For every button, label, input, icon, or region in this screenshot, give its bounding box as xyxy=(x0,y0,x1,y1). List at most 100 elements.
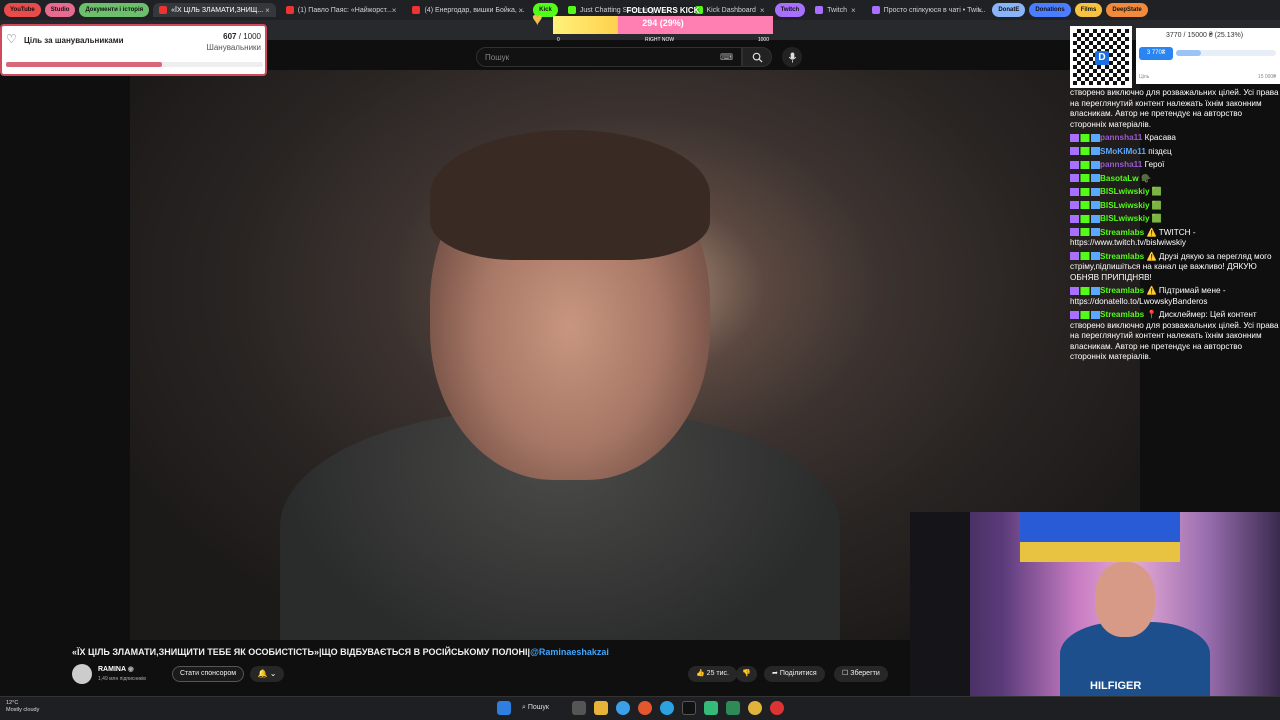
chat-message: BISLwiwskiy 🟩 xyxy=(1070,201,1280,212)
tab-label: Просто спілкуюся в чаті • Twit... xyxy=(883,6,986,14)
favicon-icon xyxy=(412,6,421,14)
like-count: 25 тис. xyxy=(706,670,729,677)
browser-tab[interactable]: «ЇХ ЦІЛЬ ЗЛАМАТИ,ЗНИЩ... × xyxy=(153,3,276,17)
close-tab-icon[interactable]: × xyxy=(518,6,523,15)
chat-message: Streamlabs ⚠️ Друзі дякую за перегляд мо… xyxy=(1070,252,1280,284)
task-view-icon[interactable] xyxy=(572,701,586,715)
goal-total: / 1000 xyxy=(238,32,261,41)
obs-icon[interactable] xyxy=(682,701,696,715)
browser-tab[interactable]: Films xyxy=(1074,3,1103,17)
tab-label: (1) Павло Паяс: «Найжорст... xyxy=(297,6,392,14)
chat-message: BISLwiwskiy 🟩 xyxy=(1070,187,1280,198)
share-label: Поділитися xyxy=(779,670,817,677)
file-explorer-icon[interactable] xyxy=(594,701,608,715)
join-sponsor-button[interactable]: Стати спонсором xyxy=(172,666,245,682)
browser-tab[interactable]: YouTube xyxy=(4,3,41,17)
chat-username[interactable]: Streamlabs xyxy=(1100,228,1144,237)
chat-text: Красава xyxy=(1144,133,1176,142)
edge-icon[interactable] xyxy=(616,701,630,715)
browser-tab[interactable]: Twitch × xyxy=(809,3,862,17)
donation-goal-widget: 3770 / 15000 ₴ (25.13%) 3 770₴ Ціль 15 0… xyxy=(1136,28,1280,84)
browser-tab[interactable]: DonatE xyxy=(992,3,1026,17)
chat-username[interactable]: BISLwiwskiy xyxy=(1100,214,1150,223)
tab-label: Twitch xyxy=(780,7,800,13)
search-input[interactable]: Пошук ⌨ xyxy=(476,47,742,67)
save-icon: ☐ xyxy=(842,670,849,677)
telegram-icon[interactable] xyxy=(660,701,674,715)
search-icon: ⌕ xyxy=(522,704,526,711)
chat-username[interactable]: BasotaLw xyxy=(1100,174,1139,183)
taskbar-search-label: Пошук xyxy=(527,704,549,711)
browser-tab[interactable]: DeepState xyxy=(1106,3,1148,17)
close-tab-icon[interactable]: × xyxy=(978,6,983,15)
webcam-jacket xyxy=(910,512,970,702)
chat-username[interactable]: Streamlabs xyxy=(1100,252,1144,261)
donation-qr-code: D xyxy=(1070,26,1132,88)
browser-tab[interactable]: Twitch xyxy=(774,3,806,17)
spreadsheet-icon[interactable] xyxy=(704,701,718,715)
browser-tab[interactable]: Документи і історія xyxy=(79,3,150,17)
chat-username[interactable]: Streamlabs xyxy=(1100,286,1144,295)
channel-name[interactable]: RAMINA ◉ xyxy=(98,665,134,673)
kick-goal-now: RIGHT NOW xyxy=(645,37,675,43)
chat-text: 🟩 xyxy=(1151,214,1163,223)
dislike-button[interactable]: 👎 xyxy=(736,666,757,682)
chat-username[interactable]: BISLwiwskiy xyxy=(1100,201,1150,210)
windows-start-icon[interactable] xyxy=(497,701,511,715)
recording-app-icon[interactable] xyxy=(770,701,784,715)
chat-message: pannsha11 Герої xyxy=(1070,160,1280,171)
chat-badges-icon xyxy=(1070,147,1100,156)
chat-username[interactable]: pannsha11 xyxy=(1100,160,1142,169)
chat-badges-icon xyxy=(1070,174,1100,183)
temperature: 12°C xyxy=(6,700,19,706)
chat-message: SMoKiMo11 піздєц xyxy=(1070,147,1280,158)
close-tab-icon[interactable]: × xyxy=(851,6,856,15)
chat-username[interactable]: Streamlabs xyxy=(1100,310,1144,319)
favicon-icon xyxy=(159,6,168,14)
favicon-icon xyxy=(815,6,824,14)
chat-message: BasotaLw 🪖 xyxy=(1070,174,1280,185)
chat-message: створено виключно для розважальних цілей… xyxy=(1070,88,1280,130)
chat-username[interactable]: BISLwiwskiy xyxy=(1100,187,1150,196)
search-placeholder: Пошук xyxy=(485,52,510,62)
taskbar-search[interactable]: ⌕ Пошук xyxy=(522,701,549,715)
chat-badges-icon xyxy=(1070,214,1100,223)
share-button[interactable]: ➦ Поділитися xyxy=(764,666,825,682)
close-tab-icon[interactable]: × xyxy=(392,6,397,15)
kick-followers-goal: FOLLOWERS KICK 294 (29%) 0 RIGHT NOW 100… xyxy=(553,6,773,43)
notifications-bell-button[interactable]: 🔔 ⌄ xyxy=(250,666,284,682)
follower-goal-widget: ♡ Ціль за шанувальниками 607 / 1000 Шану… xyxy=(0,24,267,76)
chat-text: 🟩 xyxy=(1151,187,1163,196)
weather-widget[interactable]: 12°C Mostly cloudy xyxy=(6,700,39,714)
browser-tab[interactable]: (1) Павло Паяс: «Найжорст... × xyxy=(280,3,403,17)
qr-logo: D xyxy=(1095,51,1109,65)
search-button[interactable] xyxy=(742,47,772,67)
video-title: «ЇХ ЦІЛЬ ЗЛАМАТИ,ЗНИЩИТИ ТЕБЕ ЯК ОСОБИСТ… xyxy=(72,647,609,657)
share-icon: ➦ xyxy=(772,670,778,677)
chat-badges-icon xyxy=(1070,201,1100,210)
save-button[interactable]: ☐ Зберегти xyxy=(834,666,888,682)
chat-badges-icon xyxy=(1070,228,1100,237)
tab-label: Films xyxy=(1080,7,1097,13)
video-mention-link[interactable]: @Raminaeshakzai xyxy=(530,647,609,657)
chat-message: pannsha11 Красава xyxy=(1070,133,1280,144)
chat-username[interactable]: pannsha11 xyxy=(1100,133,1142,142)
browser-tab[interactable]: Donations xyxy=(1029,3,1071,17)
browser-tab[interactable]: Studio xyxy=(44,3,76,17)
keyboard-icon[interactable]: ⌨ xyxy=(720,52,733,63)
chrome-icon[interactable] xyxy=(748,701,762,715)
app-icon[interactable] xyxy=(726,701,740,715)
chat-username[interactable]: SMoKiMo11 xyxy=(1100,147,1146,156)
goal-current: 607 xyxy=(223,32,237,41)
browser-tab[interactable]: (4) Енергодар, вишки Бойка, ... × xyxy=(406,3,529,17)
channel-avatar[interactable] xyxy=(72,664,92,684)
microphone-icon xyxy=(788,51,796,63)
chat-text: піздєц xyxy=(1148,146,1172,156)
like-button[interactable]: 👍 25 тис. xyxy=(688,666,737,682)
donation-raised: 3 770₴ xyxy=(1139,47,1173,60)
donation-progress-bar xyxy=(1176,50,1276,56)
firefox-icon[interactable] xyxy=(638,701,652,715)
browser-tab[interactable]: Просто спілкуюся в чаті • Twit... × xyxy=(866,3,989,17)
voice-search-button[interactable] xyxy=(782,47,802,67)
close-tab-icon[interactable]: × xyxy=(265,6,270,15)
